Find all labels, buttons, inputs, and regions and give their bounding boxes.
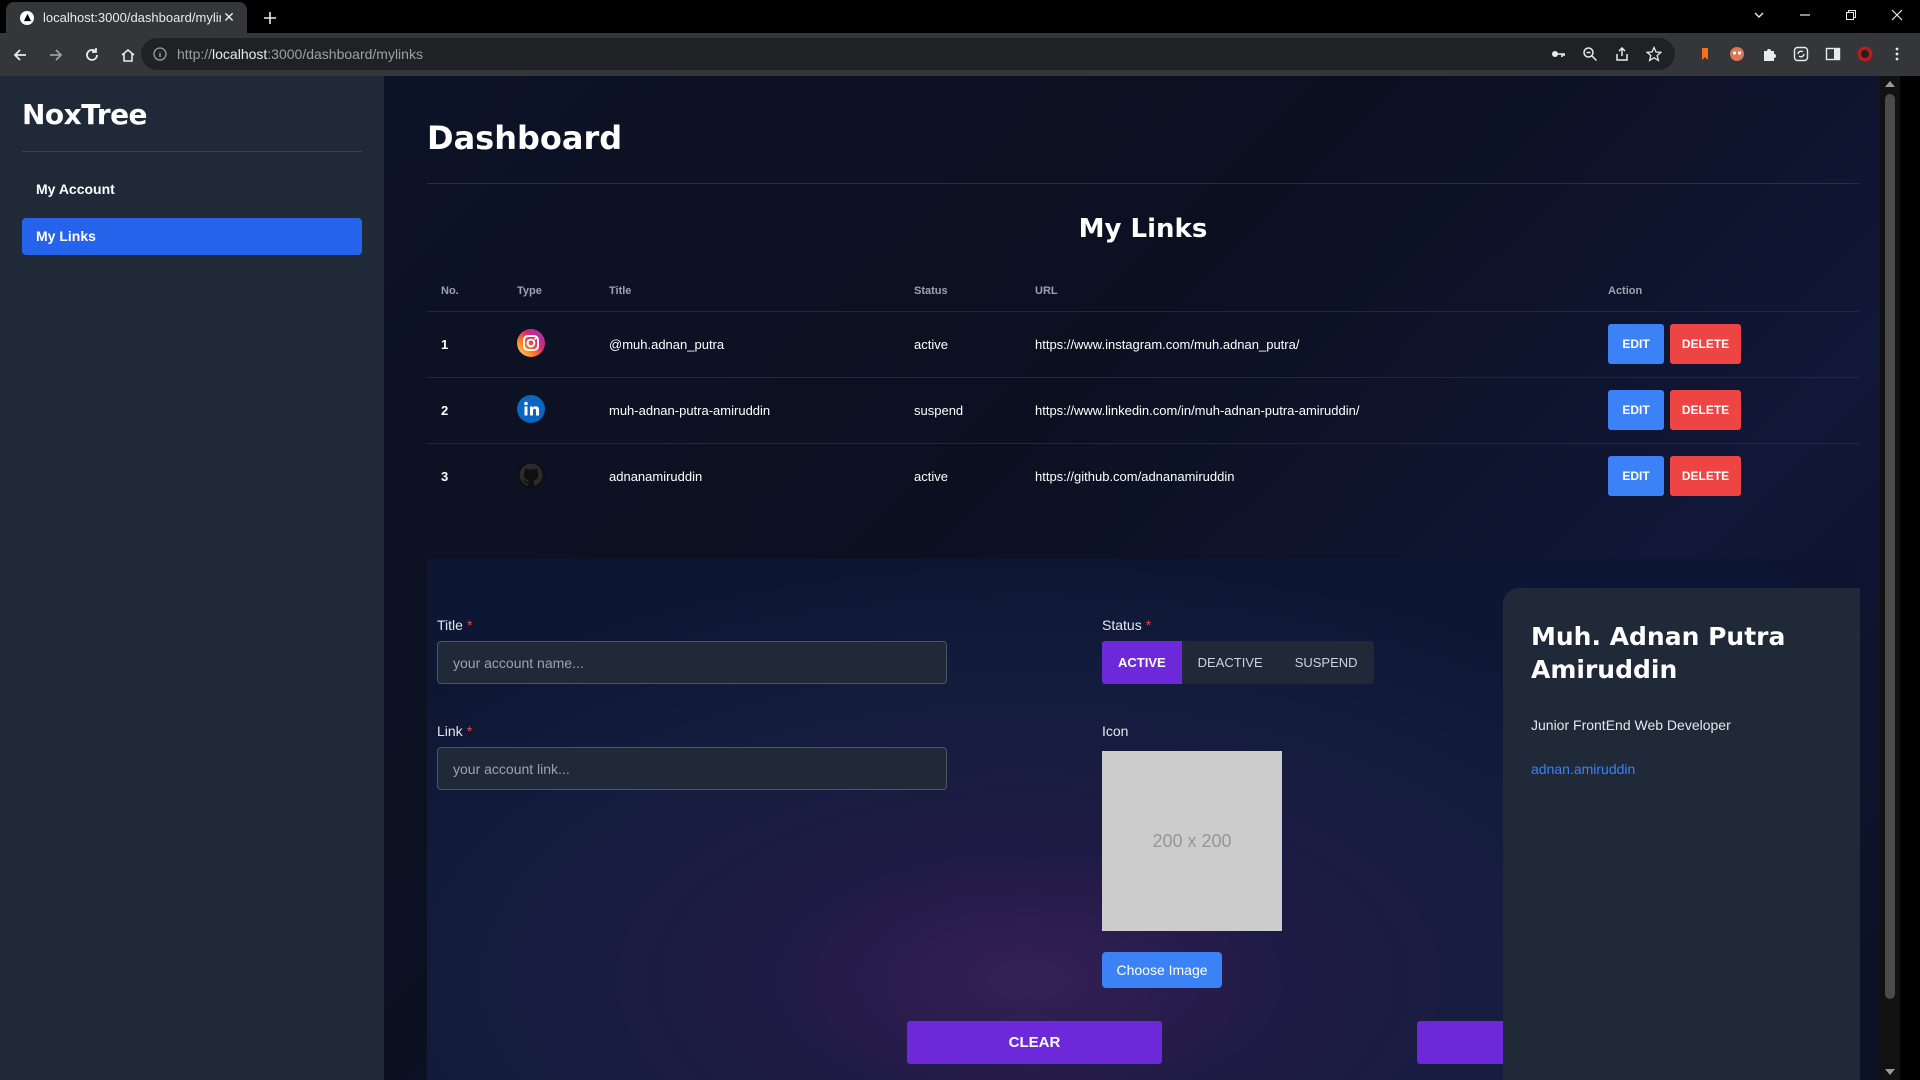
restore-icon[interactable] [1828, 0, 1874, 30]
table-header-row: No. Type Title Status URL Action [427, 271, 1859, 312]
delete-button[interactable]: DELETE [1670, 456, 1741, 497]
profile-avatar-icon[interactable] [1856, 45, 1874, 63]
share-icon[interactable] [1613, 45, 1631, 63]
extension-bookmark-icon[interactable] [1696, 45, 1714, 63]
page-scrollbar[interactable] [1880, 76, 1900, 1080]
delete-button[interactable]: DELETE [1670, 390, 1741, 430]
status-option-deactive[interactable]: DEACTIVE [1182, 641, 1279, 684]
row-number: 3 [441, 468, 449, 484]
extensions-puzzle-icon[interactable] [1760, 45, 1778, 63]
link-label: Link * [437, 723, 473, 739]
browser-menu-icon[interactable] [1888, 45, 1906, 63]
row-title: muh-adnan-putra-amiruddin [595, 377, 900, 444]
column-header-action: Action [1594, 271, 1859, 312]
icon-label: Icon [1102, 723, 1129, 739]
column-header-status: Status [900, 271, 1021, 312]
row-status: active [914, 468, 948, 484]
table-row: 2 muh-adnan-putra-amiruddin suspend http… [427, 377, 1859, 444]
column-header-no: No. [427, 271, 503, 312]
omnibox-actions [1549, 38, 1663, 70]
row-status: suspend [900, 377, 1021, 444]
row-title: @muh.adnan_putra [595, 311, 900, 378]
row-url: https://www.instagram.com/muh.adnan_putr… [1021, 311, 1594, 378]
edit-button[interactable]: EDIT [1608, 456, 1664, 497]
delete-button[interactable]: DELETE [1670, 324, 1741, 364]
required-mark: * [466, 617, 473, 633]
bookmark-star-icon[interactable] [1645, 45, 1663, 63]
status-label: Status * [1102, 617, 1152, 633]
site-favicon-icon [20, 10, 34, 25]
tab-close-icon[interactable]: ✕ [221, 9, 237, 26]
sidebar-item-my-account[interactable]: My Account [22, 171, 362, 208]
browser-toolbar: http://localhost:3000/dashboard/mylinks [0, 33, 1920, 76]
url-path: :3000/dashboard/mylinks [267, 46, 423, 62]
scrollbar-thumb[interactable] [1885, 94, 1895, 999]
row-number: 1 [427, 311, 503, 378]
row-url: https://github.com/adnanamiruddin [1035, 468, 1235, 484]
sidebar: NoxTree My Account My Links [0, 76, 384, 1080]
tab-search-icon[interactable] [1736, 0, 1782, 30]
profile-name: Muh. Adnan Putra Amiruddin [1531, 622, 1786, 684]
status-option-active[interactable]: ACTIVE [1102, 641, 1182, 684]
row-url: https://www.linkedin.com/in/muh-adnan-pu… [1021, 377, 1594, 444]
page-title: Dashboard [427, 119, 623, 157]
profile-card: Muh. Adnan Putra Amiruddin Junior FrontE… [1503, 588, 1860, 1080]
required-mark: * [1145, 617, 1152, 633]
close-window-icon[interactable] [1874, 0, 1920, 30]
url-host: localhost [212, 46, 268, 62]
title-input[interactable]: your account name... [437, 641, 947, 684]
github-icon [517, 460, 545, 489]
table-row: 1 @muh.adnan_putra active https://www.in… [427, 311, 1859, 378]
sidebar-item-my-links[interactable]: My Links [22, 218, 362, 255]
status-option-suspend[interactable]: SUSPEND [1279, 641, 1374, 684]
icon-preview-placeholder: 200 x 200 [1102, 751, 1282, 931]
profile-role: Junior FrontEnd Web Developer [1531, 717, 1731, 733]
column-header-url: URL [1021, 271, 1594, 312]
browser-tabbar: localhost:3000/dashboard/mylinks ✕ [0, 0, 1920, 33]
scroll-down-icon[interactable] [1885, 1069, 1895, 1075]
extension-sync-icon[interactable] [1792, 45, 1810, 63]
profile-link[interactable]: adnan.amiruddin [1531, 761, 1832, 777]
forward-icon[interactable] [40, 39, 72, 71]
plus-icon [264, 12, 276, 24]
zoom-icon[interactable] [1581, 45, 1599, 63]
links-table: No. Type Title Status URL Action 1 @muh.… [427, 271, 1859, 509]
browser-tab[interactable]: localhost:3000/dashboard/mylinks ✕ [6, 2, 247, 33]
edit-button[interactable]: EDIT [1608, 390, 1664, 430]
side-panel-icon[interactable] [1824, 45, 1842, 63]
reload-icon[interactable] [76, 39, 108, 71]
section-title: My Links [1078, 214, 1208, 244]
minimize-icon[interactable] [1782, 0, 1828, 30]
scroll-up-icon[interactable] [1885, 81, 1895, 87]
row-status: active [900, 311, 1021, 378]
new-tab-button[interactable] [257, 5, 283, 31]
choose-image-button[interactable]: Choose Image [1102, 952, 1222, 988]
instagram-icon [517, 328, 545, 357]
address-bar[interactable]: http://localhost:3000/dashboard/mylinks [141, 38, 1675, 70]
link-input[interactable]: your account link... [437, 747, 947, 790]
column-header-type: Type [503, 271, 595, 312]
brand-logo: NoxTree [22, 98, 362, 152]
row-number: 2 [427, 377, 503, 444]
title-label: Title * [437, 617, 473, 633]
home-icon[interactable] [112, 39, 144, 71]
title-divider [427, 183, 1859, 184]
tab-title: localhost:3000/dashboard/mylinks [43, 10, 221, 25]
extension-face-icon[interactable] [1728, 45, 1746, 63]
column-header-title: Title [595, 271, 900, 312]
linkedin-icon [517, 394, 545, 423]
status-toggle-group: ACTIVE DEACTIVE SUSPEND [1102, 641, 1374, 684]
table-row: 3 adnanamiruddin active https://github.c… [427, 443, 1859, 509]
edit-button[interactable]: EDIT [1608, 324, 1664, 364]
site-info-icon[interactable] [153, 47, 167, 61]
extensions-area [1696, 38, 1906, 70]
window-controls [1736, 0, 1920, 30]
back-icon[interactable] [4, 39, 36, 71]
clear-button[interactable]: CLEAR [907, 1021, 1162, 1064]
key-icon[interactable] [1549, 45, 1567, 63]
row-title: adnanamiruddin [609, 468, 703, 484]
required-mark: * [466, 723, 473, 739]
url-prefix: http:// [177, 46, 213, 62]
